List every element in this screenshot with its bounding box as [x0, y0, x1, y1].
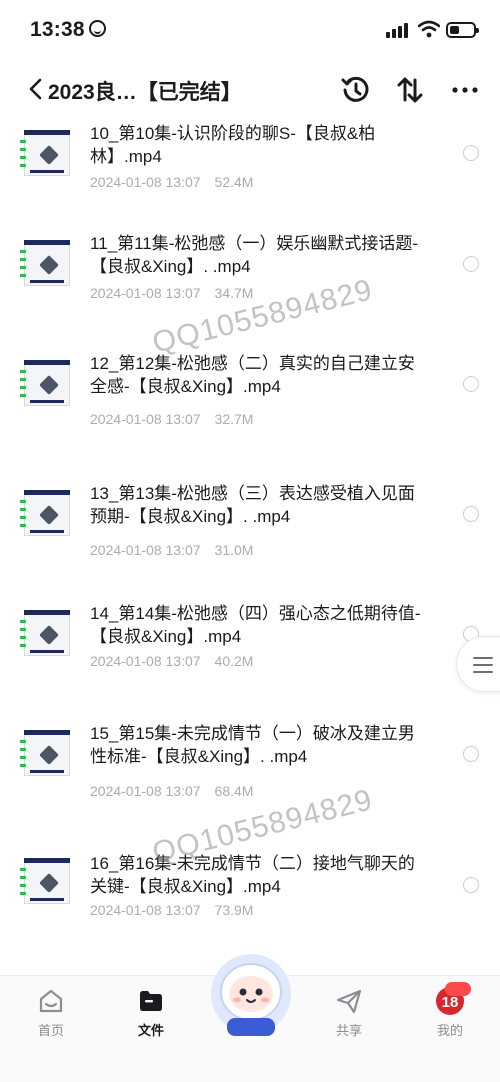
tab-label: 首页: [37, 1023, 64, 1038]
page-title: 2023良…【已完结】: [48, 81, 242, 104]
file-meta: 2024-01-08 13:07 32.7M: [90, 411, 254, 427]
file-item[interactable]: 14_第14集-松弛感（四）强心态之低期待值-【良叔&Xing】.mp4 202…: [0, 602, 500, 712]
select-checkbox[interactable]: [463, 145, 479, 161]
avatar-text: 18: [442, 994, 459, 1011]
status-time: 13:38: [30, 18, 106, 42]
sort-icon[interactable]: [394, 74, 426, 106]
file-item[interactable]: 13_第13集-松弛感（三）表达感受植入见面预期-【良叔&Xing】. .mp4…: [0, 482, 500, 592]
tab-share[interactable]: 共享: [314, 986, 384, 1039]
video-thumbnail: [20, 236, 72, 292]
folder-icon: [140, 991, 162, 1011]
tab-label: 我的: [436, 1023, 463, 1038]
file-meta: 2024-01-08 13:07 40.2M: [90, 653, 254, 669]
select-checkbox[interactable]: [463, 877, 479, 893]
file-item[interactable]: 10_第10集-认识阶段的聊S-【良叔&柏林】.mp4 2024-01-08 1…: [0, 118, 500, 228]
notification-badge: [445, 982, 471, 996]
file-item[interactable]: 16_第16集-未完成情节（二）接地气聊天的关键-【良叔&Xing】.mp4 2…: [0, 852, 500, 960]
file-name: 15_第15集-未完成情节（一）破冰及建立男性标准-【良叔&Xing】. .mp…: [90, 724, 415, 766]
mascot-assistant-button[interactable]: [205, 948, 297, 1040]
file-name: 16_第16集-未完成情节（二）接地气聊天的关键-【良叔&Xing】.mp4: [90, 854, 415, 896]
video-thumbnail: [20, 854, 72, 910]
video-thumbnail: [20, 486, 72, 542]
cellular-signal-icon: [386, 22, 410, 38]
tab-profile[interactable]: 18 我的: [415, 982, 485, 1039]
file-name: 13_第13集-松弛感（三）表达感受植入见面预期-【良叔&Xing】. .mp4: [90, 484, 415, 526]
face-icon: [88, 20, 106, 37]
file-meta: 2024-01-08 13:07 34.7M: [90, 285, 254, 301]
file-meta: 2024-01-08 13:07 52.4M: [90, 174, 254, 190]
tab-home[interactable]: 首页: [16, 986, 86, 1039]
more-icon[interactable]: [450, 74, 480, 106]
select-checkbox[interactable]: [463, 746, 479, 762]
file-meta: 2024-01-08 13:07 31.0M: [90, 542, 254, 558]
battery-icon: [446, 22, 479, 38]
file-meta: 2024-01-08 13:07 73.9M: [90, 902, 254, 918]
tab-files[interactable]: 文件: [116, 986, 186, 1039]
wifi-icon: [418, 20, 440, 38]
nav-bar: 2023良…【已完结】: [0, 62, 500, 118]
video-thumbnail: [20, 606, 72, 662]
file-name: 14_第14集-松弛感（四）强心态之低期待值-【良叔&Xing】.mp4: [90, 604, 421, 646]
file-item[interactable]: 12_第12集-松弛感（二）真实的自己建立安全感-【良叔&Xing】.mp4 2…: [0, 350, 500, 460]
video-thumbnail: [20, 126, 72, 182]
home-icon: [39, 989, 63, 1013]
select-checkbox[interactable]: [463, 376, 479, 392]
share-icon: [336, 989, 362, 1014]
select-checkbox[interactable]: [463, 256, 479, 272]
file-meta: 2024-01-08 13:07 68.4M: [90, 783, 254, 799]
file-name: 12_第12集-松弛感（二）真实的自己建立安全感-【良叔&Xing】.mp4: [90, 354, 415, 396]
status-bar: 13:38: [0, 0, 500, 62]
tab-label: 共享: [335, 1023, 362, 1038]
history-icon[interactable]: [340, 74, 372, 106]
video-thumbnail: [20, 356, 72, 412]
video-thumbnail: [20, 726, 72, 782]
tab-bar: 首页 文件 共享 18 我的: [0, 954, 500, 1082]
tab-label: 文件: [137, 1023, 164, 1038]
file-name: 11_第11集-松弛感（一）娱乐幽默式接话题-【良叔&Xing】. .mp4: [90, 234, 419, 276]
file-name: 10_第10集-认识阶段的聊S-【良叔&柏林】.mp4: [90, 124, 376, 166]
select-checkbox[interactable]: [463, 506, 479, 522]
back-arrow-icon[interactable]: [24, 74, 50, 104]
